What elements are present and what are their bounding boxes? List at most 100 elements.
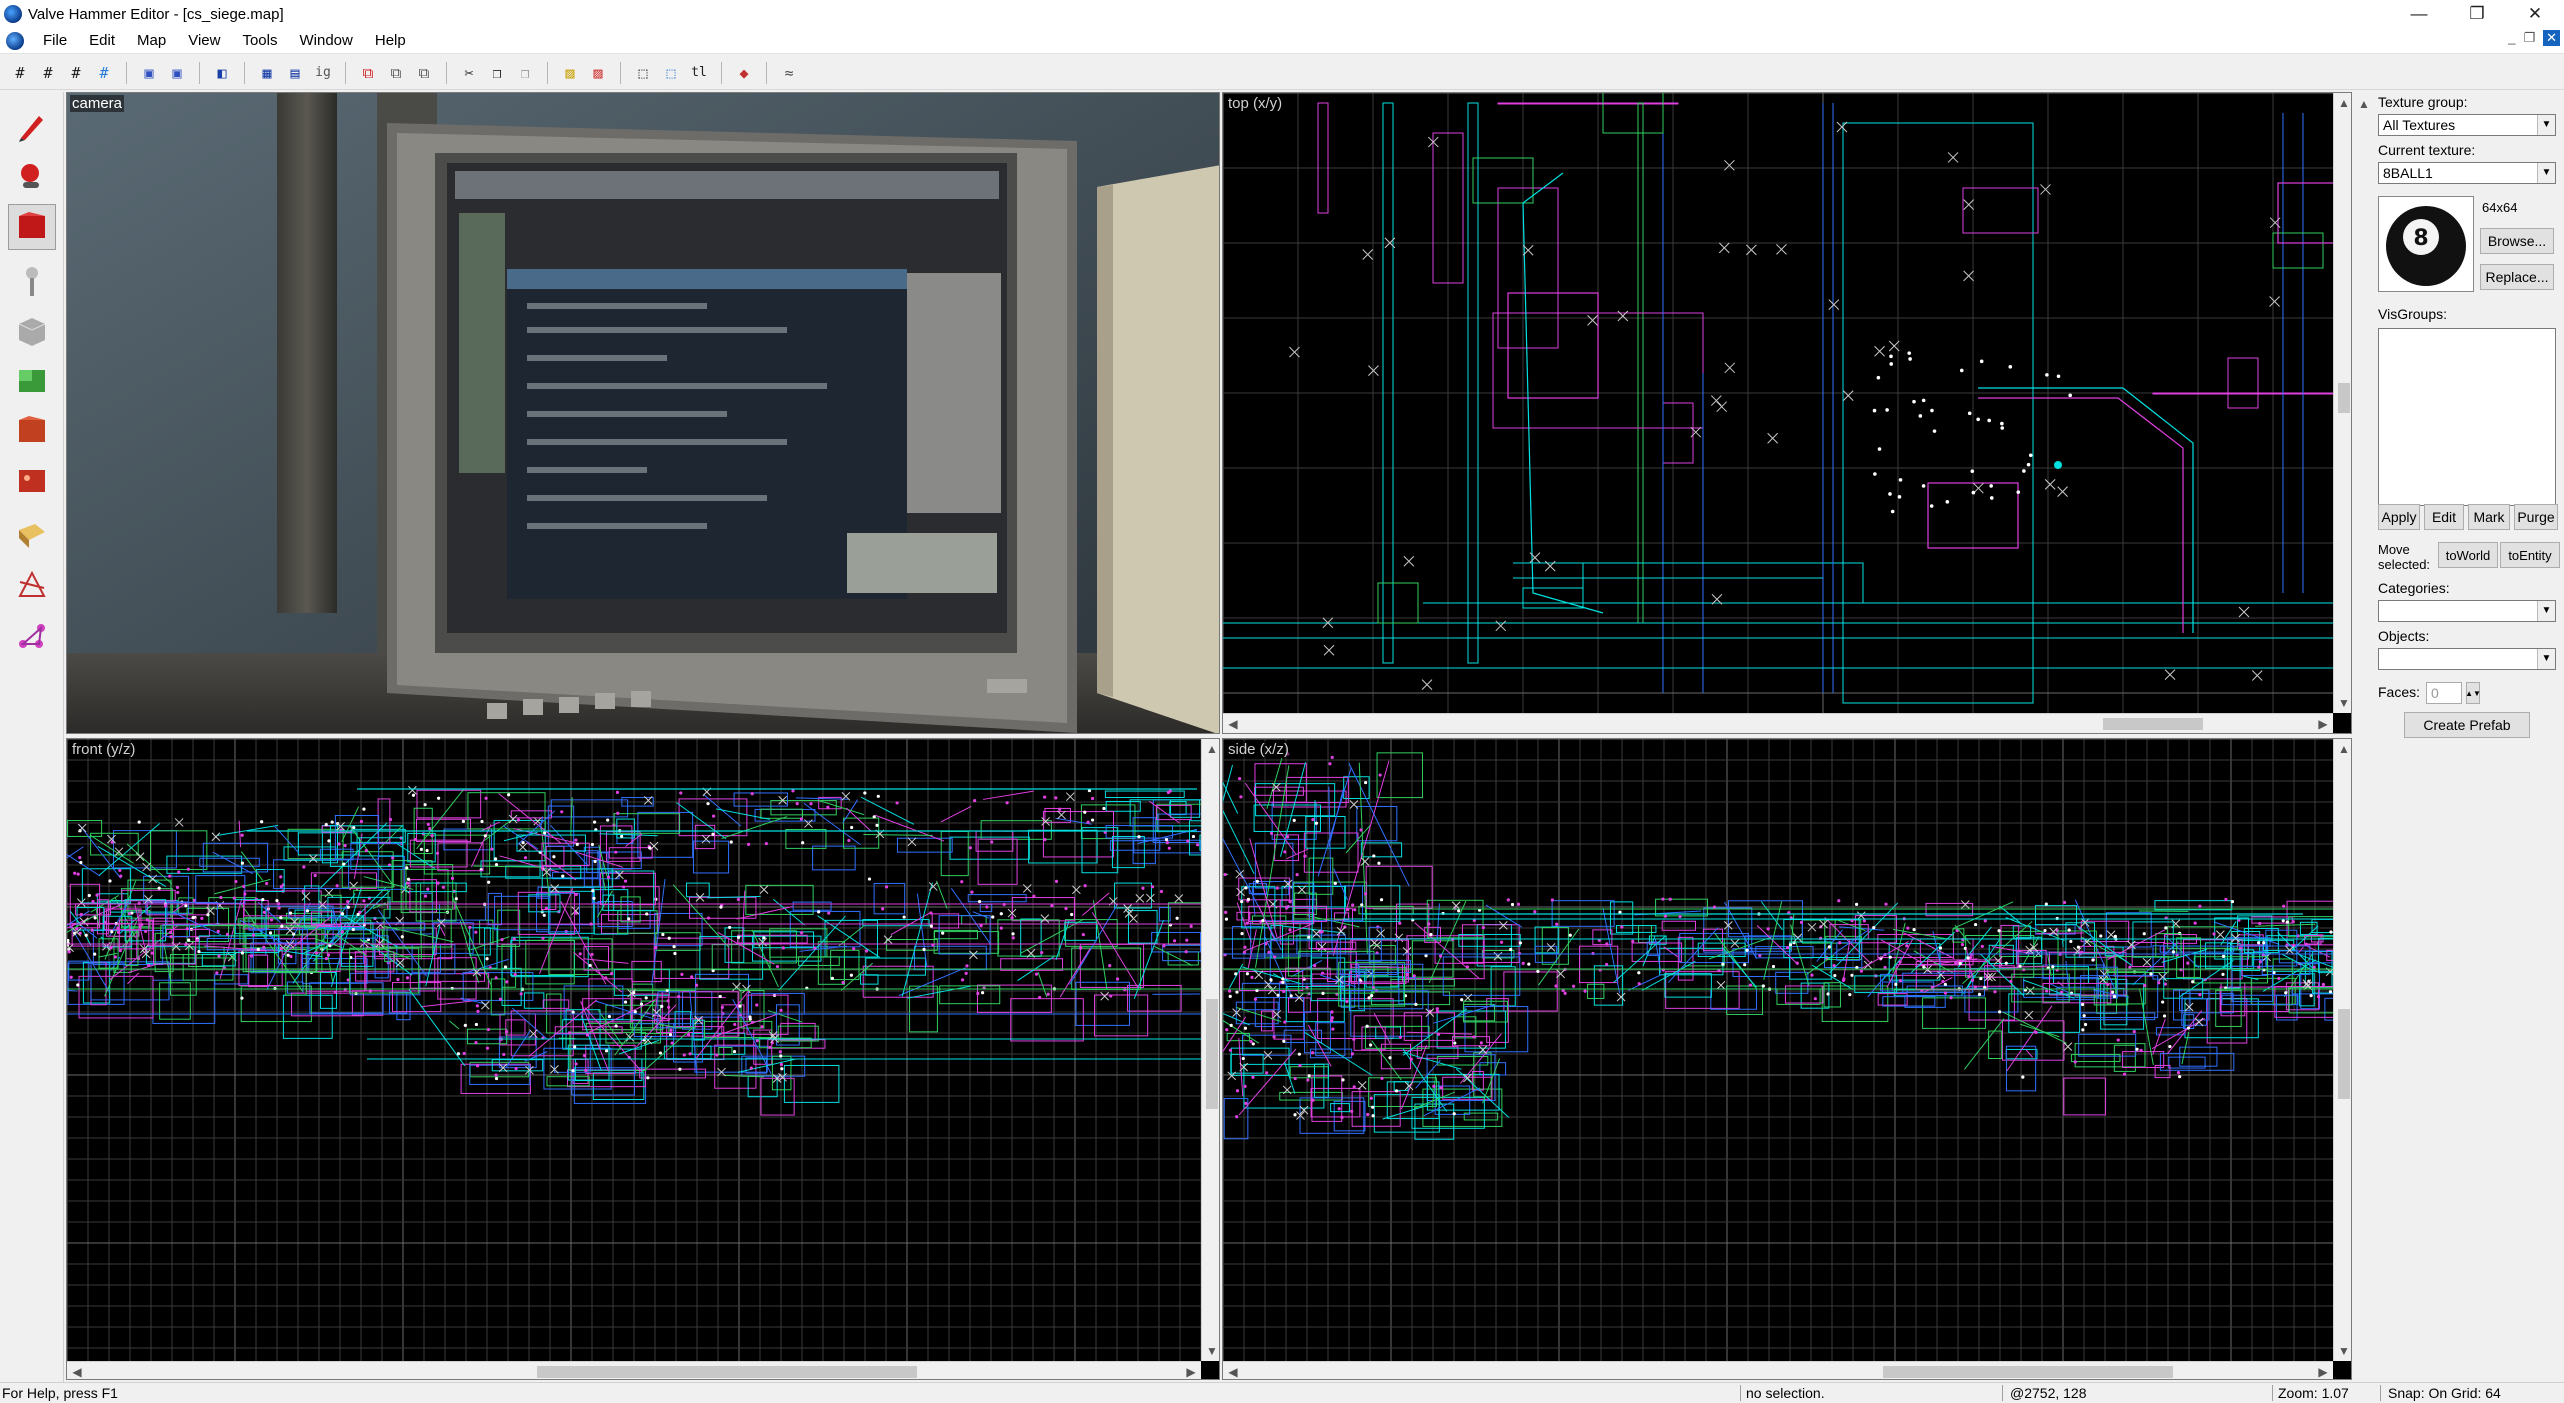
scroll-thumb[interactable] (2338, 383, 2350, 413)
selection-tool-icon[interactable] (8, 104, 56, 150)
toggle-select-handles-icon[interactable]: ⬚ (629, 60, 657, 86)
texture-lock-icon[interactable]: ▣ (135, 60, 163, 86)
side-viewport-hscroll[interactable]: ◀ ▶ (1223, 1361, 2333, 1379)
front-viewport-hscroll[interactable]: ◀ ▶ (67, 1361, 1201, 1379)
scroll-right-icon[interactable]: ▶ (2313, 715, 2333, 733)
clipping-tool-icon[interactable] (8, 562, 56, 608)
top-viewport-vscroll[interactable]: ▲ ▼ (2333, 93, 2351, 713)
scroll-thumb[interactable] (2103, 718, 2203, 730)
block-tool-icon[interactable] (8, 308, 56, 354)
mdi-minimize-button[interactable]: _ (2508, 30, 2515, 46)
hide-selected-icon[interactable]: ⧉ (354, 60, 382, 86)
mark-button[interactable]: Mark (2468, 504, 2510, 530)
toggle-texture-app-icon[interactable]: ⬚ (657, 60, 685, 86)
scroll-down-icon[interactable]: ▼ (2335, 693, 2351, 713)
panel-scrollbar[interactable]: ▲ (2354, 92, 2372, 1382)
scroll-down-icon[interactable]: ▼ (2335, 1341, 2351, 1361)
menu-view[interactable]: View (177, 32, 231, 49)
mdi-restore-button[interactable]: ❐ (2523, 30, 2535, 46)
visgroups-list[interactable] (2378, 328, 2556, 506)
chevron-down-icon[interactable]: ▼ (2537, 649, 2555, 669)
minimize-button[interactable]: — (2390, 0, 2448, 28)
brushes (1223, 93, 2351, 704)
menu-map[interactable]: Map (126, 32, 177, 49)
scroll-up-icon[interactable]: ▲ (2355, 94, 2373, 114)
scroll-up-icon[interactable]: ▲ (2335, 93, 2351, 113)
chevron-down-icon[interactable]: ▼ (2537, 163, 2555, 183)
scroll-thumb[interactable] (1883, 1366, 2173, 1378)
chevron-down-icon[interactable]: ▼ (2537, 115, 2555, 135)
ignore-groups-icon[interactable]: ig (309, 60, 337, 86)
cut-icon[interactable]: ✂ (455, 60, 483, 86)
browse-button[interactable]: Browse... (2480, 228, 2554, 254)
menu-help[interactable]: Help (364, 32, 417, 49)
mdi-close-button[interactable]: ✕ (2543, 30, 2560, 46)
document-icon[interactable] (6, 31, 24, 50)
side-viewport-vscroll[interactable]: ▲ ▼ (2333, 739, 2351, 1361)
replace-button[interactable]: Replace... (2480, 264, 2554, 290)
scroll-left-icon[interactable]: ◀ (1223, 715, 1243, 733)
menu-edit[interactable]: Edit (78, 32, 126, 49)
texture-group-select[interactable]: All Textures ▼ (2378, 114, 2556, 136)
magnify-tool-icon[interactable] (8, 154, 56, 200)
top-viewport[interactable]: top (x/y) ◀ ▶ ▲ ▼ (1222, 92, 2352, 734)
paste-icon[interactable]: ❐ (511, 60, 539, 86)
apply-button[interactable]: Apply (2378, 504, 2420, 530)
categories-select[interactable]: ▼ (2378, 600, 2556, 622)
top-viewport-hscroll[interactable]: ◀ ▶ (1223, 713, 2333, 733)
front-viewport[interactable]: front (y/z) ◀ ▶ ▲ ▼ (66, 738, 1220, 1380)
texture-application-icon[interactable] (8, 358, 56, 404)
scroll-right-icon[interactable]: ▶ (1181, 1363, 1201, 1379)
group-icon[interactable]: ▦ (253, 60, 281, 86)
scroll-down-icon[interactable]: ▼ (1203, 1341, 1219, 1361)
menu-tools[interactable]: Tools (231, 32, 288, 49)
grid-toggle-icon[interactable]: # (6, 60, 34, 86)
side-viewport[interactable]: side (x/z) ◀ ▶ ▲ ▼ (1222, 738, 2352, 1380)
menu-file[interactable]: File (32, 32, 78, 49)
status-snap: Snap: On Grid: 64 (2388, 1385, 2501, 1401)
camera-viewport[interactable]: camera (66, 92, 1220, 734)
grid-larger-icon[interactable]: # (90, 60, 118, 86)
carve-icon[interactable]: ▨ (556, 60, 584, 86)
grid-smaller-icon[interactable]: # (62, 60, 90, 86)
to-entity-button[interactable]: toEntity (2500, 542, 2560, 568)
front-viewport-vscroll[interactable]: ▲ ▼ (1201, 739, 1219, 1361)
vertex-manipulation-icon[interactable] (8, 612, 56, 658)
scroll-left-icon[interactable]: ◀ (1223, 1363, 1243, 1379)
to-world-button[interactable]: toWorld (2438, 542, 2498, 568)
hollow-icon[interactable]: ▨ (584, 60, 612, 86)
menu-window[interactable]: Window (289, 32, 364, 49)
scroll-thumb[interactable] (537, 1366, 917, 1378)
decal-tool-icon[interactable] (8, 458, 56, 504)
close-button[interactable]: ✕ (2506, 0, 2564, 28)
faces-spinner-icon[interactable]: ▲▼ (2465, 682, 2481, 704)
scroll-right-icon[interactable]: ▶ (2313, 1363, 2333, 1379)
texture-scale-icon[interactable]: ▣ (163, 60, 191, 86)
copy-icon[interactable]: ❐ (483, 60, 511, 86)
scroll-up-icon[interactable]: ▲ (2335, 739, 2351, 759)
hide-unselected-icon[interactable]: ⧉ (382, 60, 410, 86)
maximize-button[interactable]: ❐ (2448, 0, 2506, 28)
scroll-up-icon[interactable]: ▲ (1203, 739, 1219, 759)
texture-lock-text-icon[interactable]: tl (685, 60, 713, 86)
overlay-tool-icon[interactable] (8, 512, 56, 558)
camera-tool-icon[interactable] (8, 204, 56, 250)
vertex-icon[interactable]: ≈ (775, 60, 803, 86)
clip-icon[interactable]: ◆ (730, 60, 758, 86)
apply-current-texture-icon[interactable] (8, 408, 56, 454)
faces-field[interactable]: 0 (2426, 682, 2462, 704)
current-texture-select[interactable]: 8BALL1 ▼ (2378, 162, 2556, 184)
show-all-icon[interactable]: ⧉ (410, 60, 438, 86)
ungroup-icon[interactable]: ▤ (281, 60, 309, 86)
chevron-down-icon[interactable]: ▼ (2537, 601, 2555, 621)
create-prefab-button[interactable]: Create Prefab (2404, 712, 2530, 738)
scroll-thumb[interactable] (2338, 1009, 2350, 1099)
edit-button[interactable]: Edit (2424, 504, 2464, 530)
objects-select[interactable]: ▼ (2378, 648, 2556, 670)
scroll-left-icon[interactable]: ◀ (67, 1363, 87, 1379)
grid-3d-icon[interactable]: # (34, 60, 62, 86)
purge-button[interactable]: Purge (2514, 504, 2558, 530)
entity-tool-icon[interactable] (8, 258, 56, 304)
scroll-thumb[interactable] (1206, 999, 1218, 1109)
undo-icon[interactable]: ◧ (208, 60, 236, 86)
